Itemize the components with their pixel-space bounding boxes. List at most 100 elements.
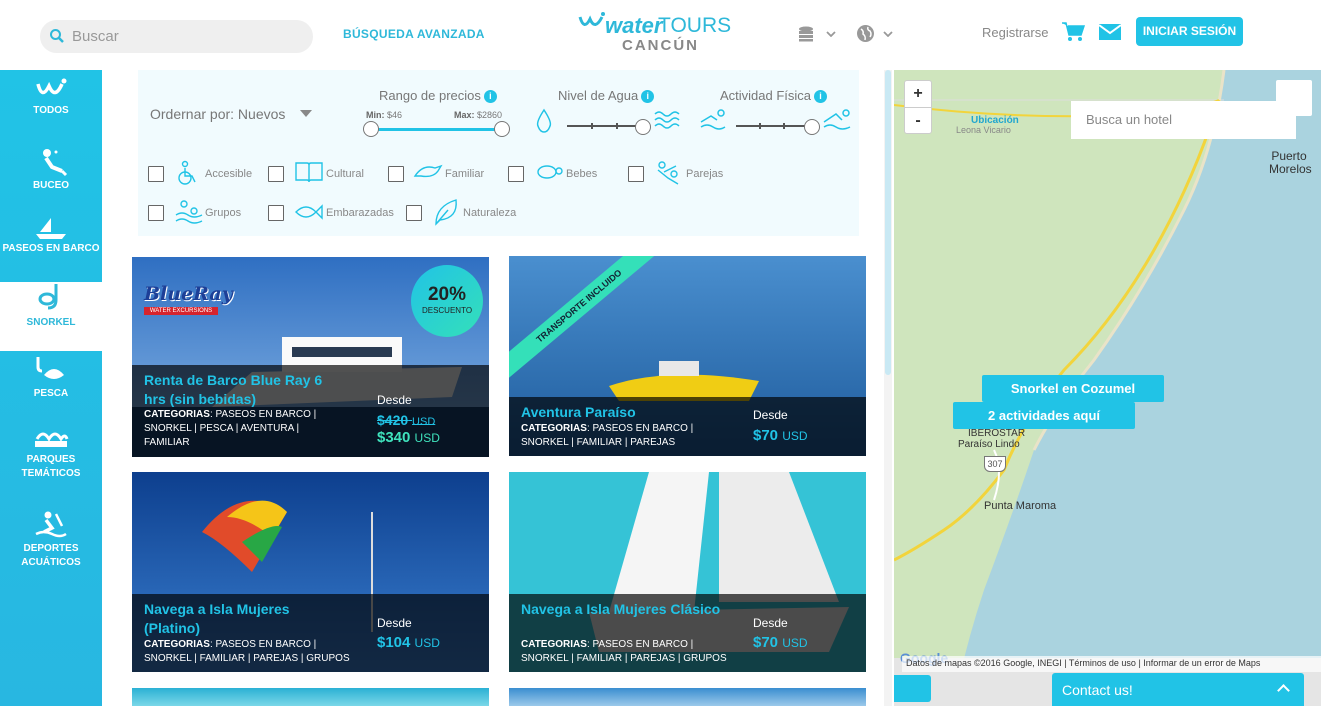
register-link[interactable]: Registrarse [982, 25, 1048, 40]
map-label-leona: Leona Vicario [956, 125, 1011, 135]
water-level-label: Nivel de Agua i [558, 88, 655, 104]
category-sidebar: TODOS BUCEO PASEOS EN BARCO SNORKEL PESC… [0, 70, 102, 706]
map-tooltip[interactable]: 2 actividades aquí [953, 402, 1135, 429]
price-max: Max: $2860 [454, 110, 503, 120]
waves-icon [654, 111, 680, 129]
tour-card[interactable]: Navega a Isla Mujeres Clásico CATEGORIAS… [509, 472, 866, 672]
checkbox-grupos[interactable] [148, 205, 164, 221]
chevron-down-icon [826, 30, 836, 37]
tour-card[interactable]: BlueRay WATER EXCURSIONS 20% DESCUENTO R… [132, 257, 489, 457]
price-from: Desde [377, 393, 412, 407]
hotel-search-input[interactable]: Busca un hotel [1071, 101, 1296, 139]
checkbox-bebes[interactable] [508, 166, 524, 182]
wheelchair-icon [178, 160, 196, 185]
fish-icon [295, 204, 323, 220]
site-logo[interactable]: water TOURS CANCÚN [578, 8, 748, 58]
checkbox-naturaleza[interactable] [406, 205, 422, 221]
diver-icon [43, 149, 68, 177]
tour-card[interactable] [509, 688, 866, 706]
tour-title[interactable]: Navega a Isla Mujeres Clásico [521, 600, 721, 619]
price-from: Desde [377, 616, 412, 630]
checkbox-embarazadas[interactable] [268, 205, 284, 221]
activity-slider-track[interactable] [736, 125, 806, 127]
tour-card[interactable] [132, 688, 489, 706]
card-overlay: Navega a Isla Mujeres Clásico CATEGORIAS… [509, 594, 866, 672]
mail-icon[interactable] [1099, 24, 1121, 40]
contact-widget[interactable]: Contact us! [1052, 673, 1304, 706]
sidebar-item-label: TODOS [33, 105, 69, 116]
sidebar-item-pesca[interactable]: PESCA [0, 355, 102, 424]
sidebar-item-deportes[interactable]: DEPORTES ACUÁTICOS [0, 510, 102, 579]
tour-title[interactable]: Aventura Paraíso [521, 403, 741, 422]
language-selector[interactable] [856, 24, 893, 43]
sidebar-item-buceo[interactable]: BUCEO [0, 147, 102, 216]
tour-categories: CATEGORIAS: PASEOS EN BARCO | SNORKEL | … [144, 639, 350, 664]
search-icon [50, 29, 64, 43]
activity-handle[interactable] [804, 119, 820, 135]
sidebar-item-label: BUCEO [32, 180, 70, 191]
snorkel-icon [38, 284, 58, 310]
list-scroll-thumb[interactable] [885, 70, 891, 375]
info-icon[interactable]: i [814, 90, 828, 104]
zoom-out-button[interactable]: - [905, 107, 931, 133]
price-min: Min: $46 [366, 110, 403, 120]
zoom-in-button[interactable]: + [905, 81, 931, 107]
caret-down-icon[interactable] [300, 110, 312, 117]
map-side-tab[interactable] [894, 675, 931, 702]
tour-categories: CATEGORIAS: PASEOS EN BARCO | SNORKEL | … [521, 423, 694, 448]
chevron-up-icon [1277, 684, 1290, 697]
map-label-punta-maroma: Punta Maroma [984, 500, 1057, 512]
contact-label: Contact us! [1062, 682, 1133, 698]
slider-tick [783, 123, 785, 129]
checkbox-parejas[interactable] [628, 166, 644, 182]
checkbox-accesible[interactable] [148, 166, 164, 182]
checkbox-label: Embarazadas [326, 207, 394, 219]
sidebar-item-todos[interactable]: TODOS [0, 76, 102, 145]
terms-link[interactable]: Términos de uso [1069, 658, 1136, 668]
chevron-down-icon [883, 30, 893, 37]
tour-title[interactable]: Navega a Isla Mujeres (Platino) [144, 600, 344, 638]
leaf-icon [435, 199, 457, 226]
header-selectors [798, 24, 905, 43]
old-price: $420 USD [377, 412, 436, 428]
sidebar-item-parques[interactable]: PARQUES TEMÁTICOS [0, 427, 102, 496]
price-min-handle[interactable] [363, 121, 379, 137]
checkbox-cultural[interactable] [268, 166, 284, 182]
discount-badge: 20% DESCUENTO [411, 265, 483, 337]
card-overlay: Renta de Barco Blue Ray 6 hrs (sin bebid… [132, 365, 489, 457]
checkbox-label: Bebes [566, 168, 598, 180]
discount-pct: 20% [427, 284, 467, 305]
search-input[interactable]: Buscar [72, 28, 119, 45]
map-label-puerto-morelos: Puerto Morelos [1269, 149, 1312, 176]
tour-image [132, 688, 489, 706]
sidebar-item-label: PESCA [33, 388, 69, 399]
sidebar-item-snorkel[interactable]: SNORKEL [0, 282, 102, 351]
map-tooltip[interactable]: Snorkel en Cozumel [982, 375, 1164, 402]
currency-selector[interactable] [798, 26, 836, 42]
park-icon [35, 432, 69, 447]
tour-card[interactable]: TRANSPORTE INCLUIDO Aventura Paraíso CAT… [509, 256, 866, 456]
login-button[interactable]: INICIAR SESIÓN [1136, 17, 1243, 46]
water-slider-track[interactable] [567, 125, 637, 127]
brand-text: BlueRay [144, 283, 233, 305]
info-icon[interactable]: i [641, 90, 655, 104]
map-attribution: Datos de mapas ©2016 Google, INEGI | Tér… [902, 656, 1321, 672]
checkbox-familiar[interactable] [388, 166, 404, 182]
sidebar-item-label: PARQUES TEMÁTICOS [21, 454, 81, 479]
tour-title[interactable]: Renta de Barco Blue Ray 6 hrs (sin bebid… [144, 371, 344, 409]
order-dropdown[interactable]: Ordernar por: Nuevos [150, 106, 285, 122]
info-icon[interactable]: i [483, 90, 497, 104]
turtle-icon [537, 165, 563, 179]
search-bar[interactable]: Buscar [40, 20, 313, 53]
fishing-icon [36, 357, 64, 379]
tour-card[interactable]: Navega a Isla Mujeres (Platino) CATEGORI… [132, 472, 489, 672]
sidebar-item-paseos[interactable]: PASEOS EN BARCO [0, 216, 102, 285]
report-link[interactable]: Informar de un error de Maps [1143, 658, 1260, 668]
cart-icon[interactable] [1061, 21, 1085, 43]
checkbox-label: Naturaleza [463, 207, 517, 219]
price-max-handle[interactable] [494, 121, 510, 137]
filter-panel: Ordernar por: Nuevos Rango de precios i M… [138, 70, 859, 236]
advanced-search-link[interactable]: BÚSQUEDA AVANZADA [343, 27, 485, 41]
water-level-handle[interactable] [635, 119, 651, 135]
price-slider-track[interactable] [375, 128, 503, 131]
